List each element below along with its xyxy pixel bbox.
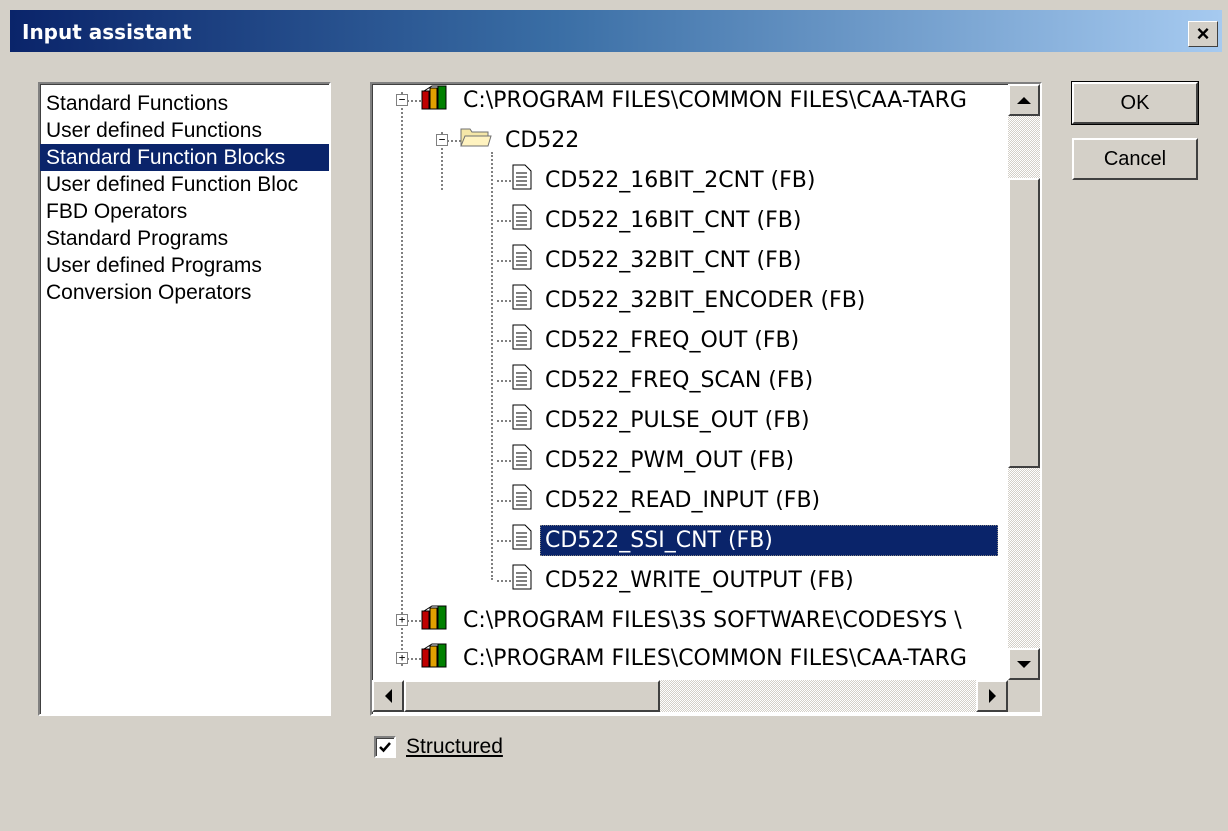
checkmark-icon bbox=[379, 742, 391, 753]
arrow-up-icon bbox=[1017, 96, 1031, 104]
tree-node-label: CD522 bbox=[505, 127, 580, 153]
ok-button[interactable]: OK bbox=[1071, 81, 1199, 125]
document-icon bbox=[512, 404, 532, 436]
tree-content: − − + + C:\PROGRAM FILES\COMMON FILES\CA… bbox=[372, 84, 1008, 680]
horizontal-scrollbar[interactable] bbox=[372, 680, 1008, 712]
category-item-user-defined-function-blocks[interactable]: User defined Function Bloc bbox=[40, 171, 329, 198]
tree-node-fb[interactable]: CD522_16BIT_CNT (FB) bbox=[512, 200, 806, 240]
tree-node-label: CD522_PULSE_OUT (FB) bbox=[545, 407, 810, 433]
scroll-right-button[interactable] bbox=[976, 680, 1008, 712]
category-item-fbd-operators[interactable]: FBD Operators bbox=[40, 198, 329, 225]
open-folder-icon bbox=[460, 125, 492, 155]
structured-checkbox[interactable] bbox=[374, 736, 396, 758]
category-listbox[interactable]: Standard Functions User defined Function… bbox=[38, 82, 331, 716]
category-item-user-defined-functions[interactable]: User defined Functions bbox=[40, 117, 329, 144]
library-books-icon bbox=[420, 641, 450, 675]
arrow-left-icon bbox=[384, 689, 392, 703]
title-bar[interactable]: Input assistant × bbox=[10, 10, 1222, 52]
tree-node-label: C:\PROGRAM FILES\3S SOFTWARE\CODESYS \ bbox=[463, 607, 962, 633]
category-item-standard-functions[interactable]: Standard Functions bbox=[40, 90, 329, 117]
arrow-down-icon bbox=[1017, 660, 1031, 668]
cancel-button[interactable]: Cancel bbox=[1072, 138, 1198, 180]
tree-line bbox=[407, 658, 421, 660]
tree-node-label: C:\PROGRAM FILES\COMMON FILES\CAA-TARG bbox=[463, 645, 967, 671]
tree-node-label: CD522_32BIT_ENCODER (FB) bbox=[545, 287, 866, 313]
document-icon bbox=[512, 244, 532, 276]
tree-node-label: CD522_16BIT_CNT (FB) bbox=[545, 207, 802, 233]
tree-node-fb[interactable]: CD522_FREQ_OUT (FB) bbox=[512, 320, 804, 360]
category-list: Standard Functions User defined Function… bbox=[40, 84, 329, 306]
scrollbar-corner bbox=[1008, 680, 1040, 712]
tree-node-label: CD522_READ_INPUT (FB) bbox=[545, 487, 821, 513]
tree-line bbox=[491, 152, 493, 580]
scroll-down-button[interactable] bbox=[1008, 648, 1040, 680]
arrow-right-icon bbox=[988, 689, 996, 703]
tree-node-fb[interactable]: CD522_WRITE_OUTPUT (FB) bbox=[512, 560, 859, 600]
document-icon bbox=[512, 164, 532, 196]
category-item-standard-programs[interactable]: Standard Programs bbox=[40, 225, 329, 252]
tree-node-fb[interactable]: CD522_PULSE_OUT (FB) bbox=[512, 400, 815, 440]
expand-toggle[interactable]: + bbox=[396, 652, 408, 664]
tree-node-label: C:\PROGRAM FILES\COMMON FILES\CAA-TARG bbox=[463, 87, 967, 113]
tree-node-label: CD522_32BIT_CNT (FB) bbox=[545, 247, 802, 273]
document-icon bbox=[512, 364, 532, 396]
collapse-toggle[interactable]: − bbox=[396, 94, 408, 106]
vertical-scrollbar[interactable] bbox=[1008, 84, 1040, 680]
document-icon bbox=[512, 324, 532, 356]
tree-line bbox=[401, 92, 403, 666]
tree-node-label: CD522_PWM_OUT (FB) bbox=[545, 447, 795, 473]
tree-node-fb[interactable]: CD522_16BIT_2CNT (FB) bbox=[512, 160, 820, 200]
tree-node-fb[interactable]: CD522_FREQ_SCAN (FB) bbox=[512, 360, 818, 400]
library-books-icon bbox=[420, 84, 450, 117]
document-icon bbox=[512, 524, 532, 556]
document-icon bbox=[512, 484, 532, 516]
category-item-standard-function-blocks[interactable]: Standard Function Blocks bbox=[40, 144, 329, 171]
vertical-scroll-thumb[interactable] bbox=[1008, 178, 1040, 468]
category-item-conversion-operators[interactable]: Conversion Operators bbox=[40, 279, 329, 306]
document-icon bbox=[512, 564, 532, 596]
input-assistant-dialog: Input assistant × Standard Functions Use… bbox=[0, 0, 1228, 831]
close-button[interactable]: × bbox=[1188, 21, 1218, 47]
document-icon bbox=[512, 444, 532, 476]
tree-node-fb-selected[interactable]: CD522_SSI_CNT (FB) bbox=[512, 520, 998, 560]
structured-label: Structured bbox=[406, 735, 503, 759]
tree-node-label: CD522_FREQ_SCAN (FB) bbox=[545, 367, 814, 393]
scroll-up-button[interactable] bbox=[1008, 84, 1040, 116]
collapse-toggle[interactable]: − bbox=[436, 134, 448, 146]
tree-node-library-root[interactable]: C:\PROGRAM FILES\3S SOFTWARE\CODESYS \ bbox=[420, 600, 967, 640]
tree-line bbox=[447, 140, 461, 142]
tree-node-label: CD522_16BIT_2CNT (FB) bbox=[545, 167, 816, 193]
window-title: Input assistant bbox=[22, 20, 192, 44]
scroll-left-button[interactable] bbox=[372, 680, 404, 712]
category-item-user-defined-programs[interactable]: User defined Programs bbox=[40, 252, 329, 279]
document-icon bbox=[512, 204, 532, 236]
tree-line bbox=[407, 100, 421, 102]
structured-checkbox-row[interactable]: Structured bbox=[374, 735, 503, 759]
tree-node-fb[interactable]: CD522_32BIT_ENCODER (FB) bbox=[512, 280, 870, 320]
tree-line bbox=[407, 620, 421, 622]
library-books-icon bbox=[420, 603, 450, 637]
tree-node-label: CD522_WRITE_OUTPUT (FB) bbox=[545, 567, 854, 593]
tree-node-fb[interactable]: CD522_READ_INPUT (FB) bbox=[512, 480, 825, 520]
tree-node-label: CD522_SSI_CNT (FB) bbox=[540, 524, 998, 556]
tree-node-fb[interactable]: CD522_PWM_OUT (FB) bbox=[512, 440, 799, 480]
structured-label-text: Structured bbox=[406, 735, 503, 758]
library-tree-view[interactable]: − − + + C:\PROGRAM FILES\COMMON FILES\CA… bbox=[370, 82, 1042, 716]
tree-node-label: CD522_FREQ_OUT (FB) bbox=[545, 327, 800, 353]
document-icon bbox=[512, 284, 532, 316]
tree-node-fb[interactable]: CD522_32BIT_CNT (FB) bbox=[512, 240, 806, 280]
expand-toggle[interactable]: + bbox=[396, 614, 408, 626]
close-icon: × bbox=[1196, 21, 1210, 46]
tree-node-folder[interactable]: CD522 bbox=[460, 120, 584, 160]
tree-node-library-root[interactable]: C:\PROGRAM FILES\COMMON FILES\CAA-TARG bbox=[420, 638, 972, 678]
horizontal-scroll-thumb[interactable] bbox=[404, 680, 660, 712]
tree-node-library-root[interactable]: C:\PROGRAM FILES\COMMON FILES\CAA-TARG bbox=[420, 84, 972, 120]
